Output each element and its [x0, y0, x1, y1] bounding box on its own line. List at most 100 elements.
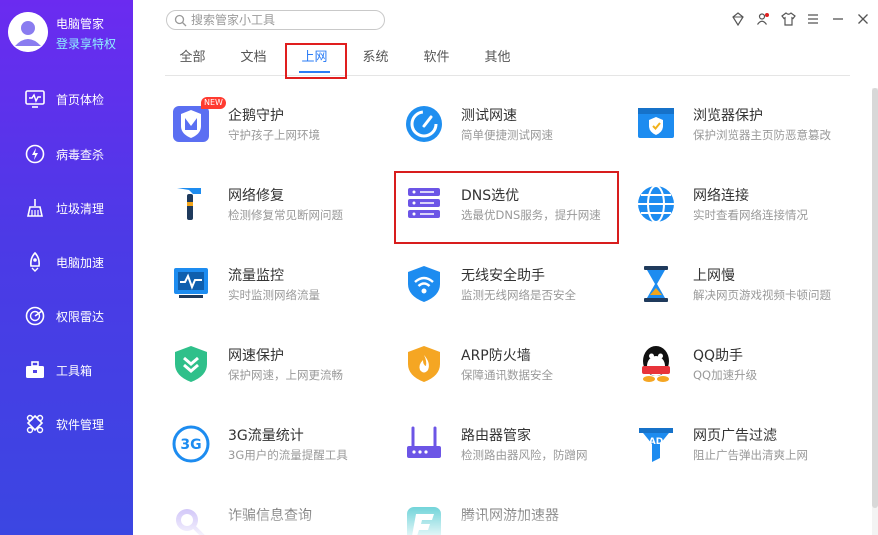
nav-item-speedup[interactable]: 电脑加速 — [0, 242, 133, 282]
minimize-icon — [833, 18, 843, 20]
3g-icon: 3G — [172, 425, 210, 463]
search-icon — [174, 14, 187, 27]
login-privilege-link[interactable]: 登录享特权 — [56, 35, 116, 52]
tool-name: 网络连接 — [693, 188, 749, 204]
minimize-button[interactable] — [829, 10, 847, 28]
svg-text:3G: 3G — [180, 437, 201, 453]
tool-name: DNS选优 — [461, 188, 520, 204]
tool-description: 守护孩子上网环境 — [228, 128, 320, 142]
tool-network-repair[interactable]: 网络修复 检测修复常见断网问题 — [171, 184, 391, 234]
nav-item-health-check[interactable]: 首页体检 — [0, 79, 133, 119]
search-input[interactable] — [191, 12, 379, 28]
radar-icon — [25, 306, 45, 326]
tool-description: QQ加速升级 — [693, 368, 758, 382]
tool-name: 路由器管家 — [461, 428, 531, 444]
tool-network-connection[interactable]: 网络连接 实时查看网络连接情况 — [636, 184, 856, 234]
tool-name: 网络修复 — [228, 188, 284, 204]
tool-description: 检测修复常见断网问题 — [228, 208, 343, 222]
nav-label: 电脑加速 — [56, 256, 105, 270]
tab-internet[interactable]: 上网 — [287, 44, 342, 74]
nav-item-junk-clean[interactable]: 垃圾清理 — [0, 188, 133, 228]
ad-filter-icon: AD — [639, 428, 673, 462]
tab-documents[interactable]: 文档 — [226, 44, 281, 74]
skin-button[interactable] — [729, 10, 747, 28]
new-badge: NEW — [201, 97, 226, 109]
menu-button[interactable] — [804, 10, 822, 28]
tool-description: 保护网速，上网更流畅 — [228, 368, 343, 382]
speedometer-icon — [406, 106, 442, 142]
tool-name: 企鹅守护 — [228, 108, 284, 124]
tool-traffic-monitor[interactable]: 流量监控 实时监测网络流量 — [171, 264, 391, 314]
user-settings-button[interactable] — [754, 10, 772, 28]
tool-description: 监测无线网络是否安全 — [461, 288, 576, 302]
tab-software[interactable]: 软件 — [409, 44, 464, 74]
nav-item-toolbox[interactable]: 工具箱 — [0, 350, 133, 390]
nav-label: 病毒查杀 — [56, 148, 105, 162]
tool-speed-protection[interactable]: 网速保护 保护网速，上网更流畅 — [171, 344, 391, 394]
browser-shield-icon — [638, 108, 674, 138]
nav-item-permission-radar[interactable]: 权限雷达 — [0, 296, 133, 336]
tool-description: 解决网页游戏视频卡顿问题 — [693, 288, 831, 302]
tool-router-manager[interactable]: 路由器管家 检测路由器风险，防蹭网 — [404, 424, 624, 474]
tool-slow-internet[interactable]: 上网慢 解决网页游戏视频卡顿问题 — [636, 264, 856, 314]
nav-label: 软件管理 — [56, 418, 105, 432]
nav-item-software-manager[interactable]: 软件管理 — [0, 404, 133, 444]
user-settings-icon — [757, 13, 769, 25]
close-button[interactable] — [854, 10, 872, 28]
tool-arp-firewall[interactable]: ARP防火墙 保障通讯数据安全 — [404, 344, 624, 394]
search-box[interactable] — [166, 10, 385, 30]
nav-label: 首页体检 — [56, 93, 105, 107]
tool-name: 上网慢 — [693, 268, 735, 284]
firewall-icon — [408, 346, 440, 382]
tool-description: 实时查看网络连接情况 — [693, 208, 808, 222]
tool-name: 诈骗信息查询 — [228, 508, 312, 524]
hammer-icon — [177, 188, 201, 220]
tool-game-accelerator[interactable]: 腾讯网游加速器 — [404, 504, 624, 535]
nav-label: 垃圾清理 — [56, 202, 105, 216]
tab-all[interactable]: 全部 — [165, 44, 220, 74]
broom-icon — [27, 199, 43, 217]
traffic-monitor-icon — [174, 268, 208, 298]
tool-name: 网速保护 — [228, 348, 284, 364]
tab-system[interactable]: 系统 — [348, 44, 403, 74]
avatar[interactable] — [8, 12, 48, 52]
sidebar: 电脑管家 登录享特权 首页体检 病毒查杀 垃圾清理 电脑加速 权限雷达 工具箱 … — [0, 0, 133, 535]
fraud-search-icon — [176, 509, 205, 535]
dns-server-icon — [408, 188, 440, 218]
tool-name: 无线安全助手 — [461, 268, 545, 284]
tool-name: 测试网速 — [461, 108, 517, 124]
tool-ad-filter[interactable]: AD 网页广告过滤 阻止广告弹出清爽上网 — [636, 424, 856, 474]
hourglass-icon — [644, 266, 668, 302]
scrollbar-thumb[interactable] — [872, 88, 878, 508]
skin-diamond-icon — [732, 12, 744, 26]
tool-name: 流量监控 — [228, 268, 284, 284]
wifi-shield-icon — [408, 266, 440, 302]
tool-speed-test[interactable]: 测试网速 简单便捷测试网速 — [404, 104, 624, 154]
toolbox-icon — [26, 361, 44, 378]
svg-text:AD: AD — [649, 437, 663, 447]
apps-icon — [26, 414, 44, 434]
tool-qq-assistant[interactable]: QQ助手 QQ加速升级 — [636, 344, 856, 394]
tool-penguin-guard[interactable]: NEW 企鹅守护 守护孩子上网环境 — [171, 97, 391, 154]
tool-description: 检测路由器风险，防蹭网 — [461, 448, 588, 462]
tool-description: 3G用户的流量提醒工具 — [228, 448, 348, 462]
tool-wireless-security[interactable]: 无线安全助手 监测无线网络是否安全 — [404, 264, 624, 314]
router-icon — [407, 426, 441, 458]
profile-name: 电脑管家 — [56, 17, 105, 31]
nav-label: 权限雷达 — [56, 310, 105, 324]
tool-browser-protection[interactable]: 浏览器保护 保护浏览器主页防恶意篡改 — [636, 104, 856, 154]
tool-description: 选最优DNS服务，提升网速 — [461, 208, 601, 222]
tool-fraud-query[interactable]: 诈骗信息查询 — [171, 504, 391, 535]
game-accelerator-icon — [407, 507, 441, 535]
tool-description: 简单便捷测试网速 — [461, 128, 553, 142]
main-panel: 全部 文档 上网 系统 软件 其他 NEW 企鹅守护 守护孩子上网环境 测试网速… — [133, 0, 878, 535]
user-profile[interactable]: 电脑管家 登录享特权 — [8, 12, 133, 56]
nav-item-virus-scan[interactable]: 病毒查杀 — [0, 134, 133, 174]
qq-penguin-icon — [642, 346, 670, 382]
monitor-icon — [25, 90, 45, 108]
tool-3g-traffic[interactable]: 3G 3G流量统计 3G用户的流量提醒工具 — [171, 424, 391, 474]
rocket-icon — [30, 251, 40, 272]
theme-button[interactable] — [779, 10, 797, 28]
tool-dns-optimize[interactable]: DNS选优 选最优DNS服务，提升网速 — [404, 184, 624, 234]
tab-other[interactable]: 其他 — [470, 44, 525, 74]
